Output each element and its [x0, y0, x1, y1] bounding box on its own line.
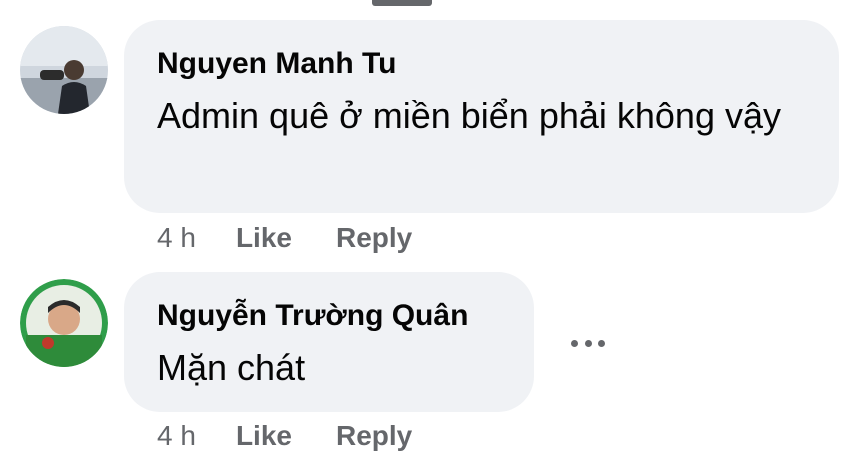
- previous-comment-actions-cut: [0, 0, 860, 8]
- user-photo-avatar-icon: [20, 26, 108, 114]
- comment-actions: 4 h Like Reply: [157, 420, 456, 452]
- like-button[interactable]: Like: [236, 420, 292, 452]
- more-dot: [584, 339, 592, 347]
- commenter-avatar[interactable]: [20, 279, 108, 367]
- comment-author[interactable]: Nguyen Manh Tu: [157, 46, 809, 82]
- comment-author[interactable]: Nguyễn Trường Quân: [157, 298, 504, 334]
- comment-bubble: Nguyễn Trường Quân Mặn chát: [124, 272, 534, 412]
- user-photo-avatar-icon: [20, 279, 108, 367]
- comment-timestamp[interactable]: 4 h: [157, 420, 196, 452]
- comment-bubble: Nguyen Manh Tu Admin quê ở miền biển phả…: [124, 20, 839, 213]
- comment-text: Admin quê ở miền biển phải không vậy: [157, 95, 781, 136]
- more-options-icon[interactable]: [566, 326, 610, 360]
- commenter-avatar[interactable]: [20, 26, 108, 114]
- reply-button[interactable]: Reply: [336, 222, 412, 254]
- more-dot: [598, 339, 605, 347]
- reply-button[interactable]: Reply: [336, 420, 412, 452]
- cut-action-fragment: [372, 0, 432, 6]
- comment-timestamp[interactable]: 4 h: [157, 222, 196, 254]
- comment-text: Mặn chát: [157, 347, 306, 388]
- more-dot: [571, 339, 578, 347]
- comment-actions: 4 h Like Reply: [157, 222, 456, 254]
- like-button[interactable]: Like: [236, 222, 292, 254]
